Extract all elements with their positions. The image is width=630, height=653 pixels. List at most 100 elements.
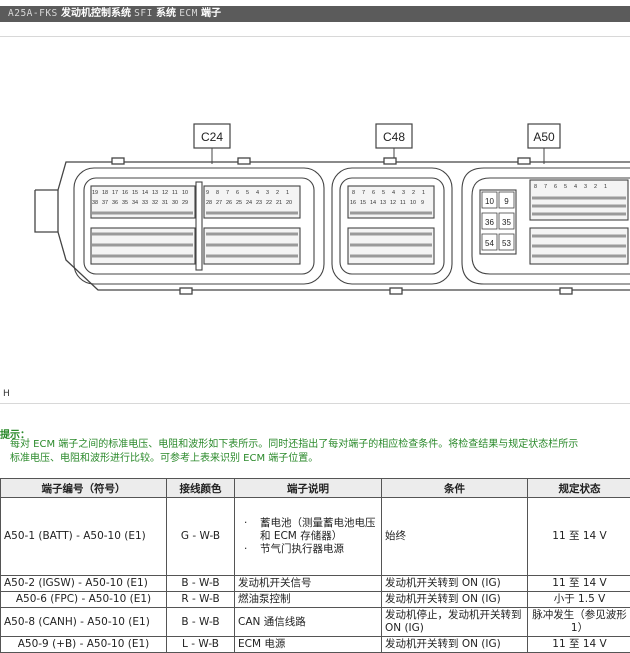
title-system-word: 系统 [156,8,176,19]
svg-text:53: 53 [502,239,511,248]
svg-text:12: 12 [390,200,396,206]
svg-text:8: 8 [352,190,355,196]
svg-text:37: 37 [102,200,108,206]
cell-wire: B - W-B [167,608,235,637]
svg-text:15: 15 [132,190,138,196]
svg-text:10: 10 [182,190,188,196]
header-specified: 规定状态 [528,479,630,498]
svg-text:11: 11 [400,200,406,206]
svg-text:54: 54 [485,239,494,248]
svg-text:13: 13 [152,190,158,196]
svg-text:22: 22 [266,200,272,206]
svg-text:7: 7 [362,190,365,196]
svg-text:2: 2 [412,190,415,196]
svg-text:A50: A50 [533,130,555,144]
svg-text:3: 3 [266,190,269,196]
tip-line-2: 标准电压、电阻和波形进行比较。可参考上表来识别 ECM 端子位置。 [10,452,630,466]
svg-text:25: 25 [236,200,242,206]
a50-dense-pin-rows [532,198,626,256]
svg-text:1: 1 [422,190,425,196]
cell-wire: R - W-B [167,592,235,608]
table-row: A50-1 (BATT) - A50-10 (E1) G - W-B 蓄电池（测… [1,498,630,576]
svg-text:30: 30 [172,200,178,206]
svg-text:35: 35 [502,218,511,227]
svg-text:1: 1 [604,184,607,190]
svg-text:4: 4 [574,184,577,190]
svg-text:16: 16 [350,200,356,206]
svg-text:11: 11 [172,190,178,196]
svg-text:10: 10 [410,200,416,206]
svg-text:9: 9 [206,190,209,196]
desc-item: 节气门执行器电源 [260,543,378,556]
svg-text:32: 32 [152,200,158,206]
cell-terminal: A50-9 (+B) - A50-10 (E1) [1,637,167,653]
svg-text:5: 5 [246,190,249,196]
svg-text:1: 1 [286,190,289,196]
cell-description: 发动机开关信号 [235,576,382,592]
svg-text:16: 16 [122,190,128,196]
svg-text:31: 31 [162,200,168,206]
table-row: A50-8 (CANH) - A50-10 (E1) B - W-B CAN 通… [1,608,630,637]
tip-line-1: 每对 ECM 端子之间的标准电压、电阻和波形如下表所示。同时还指出了每对端子的相… [10,438,630,452]
document-title-bar: A25A-FKS 发动机控制系统 SFI 系统 ECM 端子 [0,6,630,22]
svg-text:2: 2 [276,190,279,196]
title-system: 发动机控制系统 [61,8,131,19]
title-terminals: 端子 [201,8,221,19]
cell-specified: 小于 1.5 V [528,592,630,608]
svg-text:20: 20 [286,200,292,206]
svg-text:10: 10 [485,197,494,206]
cell-terminal: A50-6 (FPC) - A50-10 (E1) [1,592,167,608]
cell-wire: L - W-B [167,637,235,653]
cell-condition: 发动机开关转到 ON (IG) [382,576,528,592]
svg-text:35: 35 [122,200,128,206]
cell-description: 蓄电池（测量蓄电池电压和 ECM 存储器） 节气门执行器电源 [235,498,382,576]
cell-specified: 脉冲发生（参见波形 1） [528,608,630,637]
header-divider [0,36,630,37]
svg-text:27: 27 [216,200,222,206]
svg-text:3: 3 [402,190,405,196]
svg-text:12: 12 [162,190,168,196]
svg-text:15: 15 [360,200,366,206]
svg-text:6: 6 [236,190,239,196]
svg-text:21: 21 [276,200,282,206]
desc-item: 蓄电池（测量蓄电池电压和 ECM 存储器） [260,517,378,543]
svg-text:19: 19 [92,190,98,196]
svg-text:36: 36 [112,200,118,206]
svg-text:28: 28 [206,200,212,206]
svg-text:29: 29 [182,200,188,206]
svg-text:38: 38 [92,200,98,206]
svg-text:5: 5 [382,190,385,196]
connector-label-c48: C48 [376,124,412,148]
svg-text:14: 14 [142,190,148,196]
svg-text:6: 6 [554,184,557,190]
connector-label-a50: A50 [528,124,560,148]
svg-text:26: 26 [226,200,232,206]
svg-text:34: 34 [132,200,138,206]
cell-terminal: A50-8 (CANH) - A50-10 (E1) [1,608,167,637]
svg-text:6: 6 [372,190,375,196]
cell-terminal: A50-1 (BATT) - A50-10 (E1) [1,498,167,576]
svg-text:5: 5 [564,184,567,190]
cell-condition: 发动机开关转到 ON (IG) [382,592,528,608]
cell-description: ECM 电源 [235,637,382,653]
cell-terminal: A50-2 (IGSW) - A50-10 (E1) [1,576,167,592]
connector-c24 [74,168,324,284]
figure-divider [0,403,630,404]
svg-text:3: 3 [584,184,587,190]
cell-wire: B - W-B [167,576,235,592]
cell-condition: 始终 [382,498,528,576]
svg-text:C48: C48 [383,130,405,144]
tip-text: 每对 ECM 端子之间的标准电压、电阻和波形如下表所示。同时还指出了每对端子的相… [10,438,630,466]
svg-text:7: 7 [544,184,547,190]
cell-specified: 11 至 14 V [528,637,630,653]
title-engine-code: A25A-FKS [8,8,58,19]
cell-wire: G - W-B [167,498,235,576]
svg-text:8: 8 [216,190,219,196]
svg-text:9: 9 [504,197,509,206]
svg-text:9: 9 [421,200,424,206]
header-description: 端子说明 [235,479,382,498]
cell-condition: 发动机开关转到 ON (IG) [382,637,528,653]
svg-text:7: 7 [226,190,229,196]
table-row: A50-6 (FPC) - A50-10 (E1) R - W-B 燃油泵控制 … [1,592,630,608]
svg-text:13: 13 [380,200,386,206]
